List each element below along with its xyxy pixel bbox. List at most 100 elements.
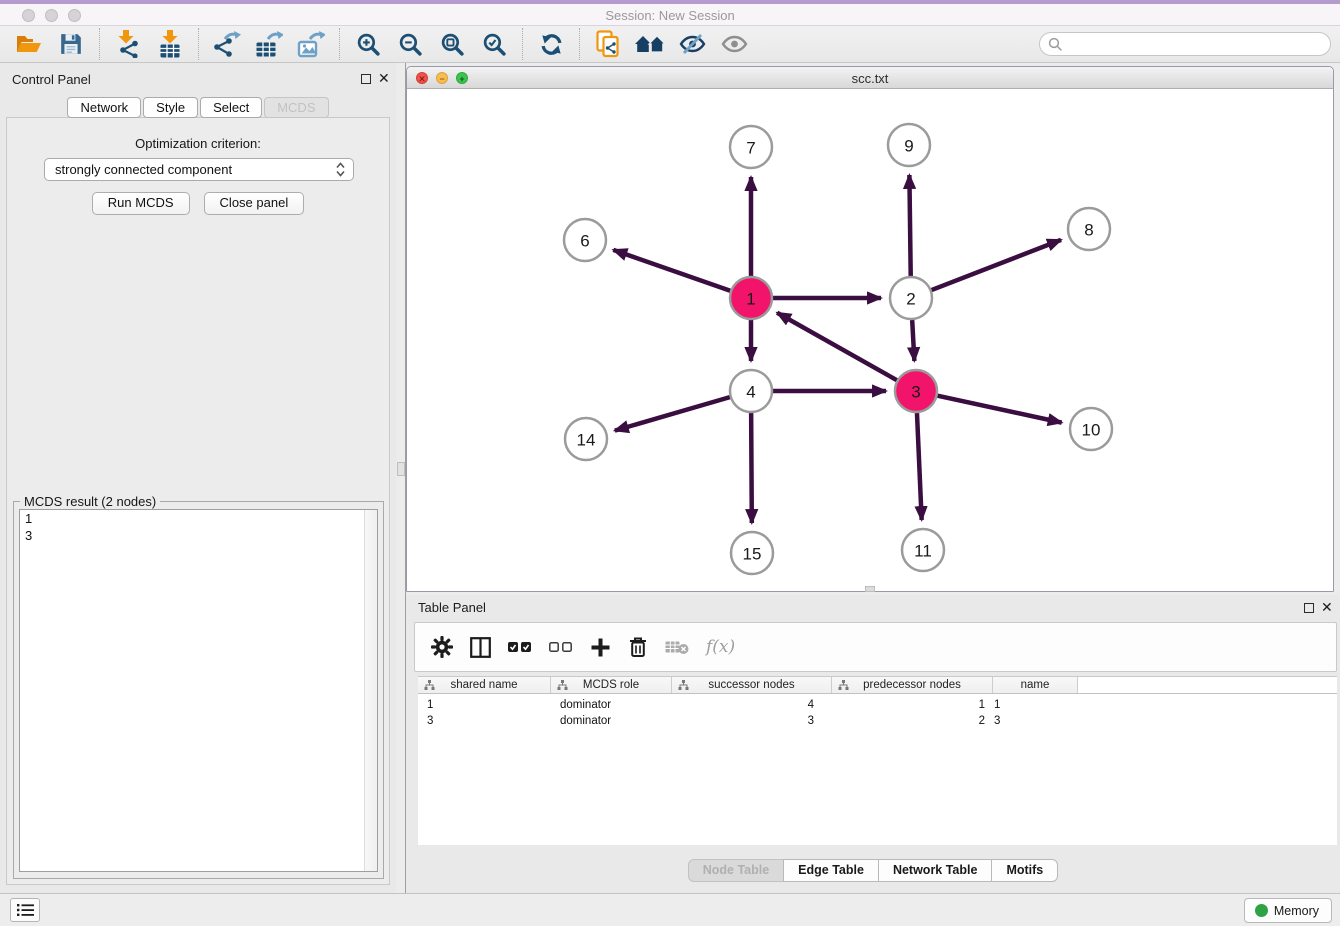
run-mcds-button[interactable]: Run MCDS	[92, 192, 190, 215]
graph-node-11[interactable]: 11	[902, 529, 944, 571]
column-header-mcds-role[interactable]: MCDS role	[551, 677, 672, 693]
function-builder-button[interactable]: f(x)	[706, 637, 735, 657]
close-table-panel-icon[interactable]: ✕	[1321, 600, 1333, 614]
export-table-button[interactable]	[254, 29, 284, 59]
table-row[interactable]: 1 dominator 4 1 1	[418, 697, 1337, 713]
tree-icon	[678, 680, 689, 691]
cell-predecessor-nodes[interactable]: 2	[814, 715, 985, 727]
graph-node-9[interactable]: 9	[888, 124, 930, 166]
zoom-selected-button[interactable]	[479, 29, 509, 59]
tab-edge-table[interactable]: Edge Table	[783, 859, 879, 882]
graph-edge-3-11[interactable]	[917, 413, 922, 520]
result-item[interactable]: 3	[20, 527, 377, 544]
float-table-panel-icon[interactable]	[1304, 603, 1314, 613]
close-panel-icon[interactable]: ✕	[378, 71, 390, 85]
graph-node-3[interactable]: 3	[895, 370, 937, 412]
graph-edge-3-1[interactable]	[777, 313, 897, 380]
tab-network[interactable]: Network	[67, 97, 141, 118]
save-session-button[interactable]	[56, 29, 86, 59]
column-label: name	[1021, 679, 1050, 691]
tab-node-table[interactable]: Node Table	[688, 859, 784, 882]
graph-edge-2-8[interactable]	[932, 240, 1062, 290]
column-header-predecessor-nodes[interactable]: predecessor nodes	[832, 677, 993, 693]
table-add-button[interactable]	[590, 637, 611, 658]
table-column-pane-button[interactable]	[470, 637, 491, 658]
new-network-from-selection-button[interactable]	[593, 29, 623, 59]
main-toolbar	[0, 26, 1340, 63]
panel-splitter[interactable]	[396, 63, 406, 893]
column-header-shared-name[interactable]: shared name	[418, 677, 551, 693]
graph-node-14[interactable]: 14	[565, 418, 607, 460]
zoom-fit-button[interactable]	[437, 29, 467, 59]
graph-node-7[interactable]: 7	[730, 126, 772, 168]
graph-edge-2-9[interactable]	[909, 175, 910, 276]
cell-predecessor-nodes[interactable]: 1	[814, 699, 985, 711]
graph-node-label: 15	[743, 545, 762, 564]
table-deselect-all-button[interactable]	[549, 641, 573, 653]
homes-button[interactable]	[635, 29, 665, 59]
import-network-button[interactable]	[113, 29, 143, 59]
mcds-result-list[interactable]: 1 3	[19, 509, 378, 872]
refresh-layout-button[interactable]	[536, 29, 566, 59]
optimization-criterion-dropdown[interactable]: strongly connected component	[44, 158, 354, 181]
close-panel-button[interactable]: Close panel	[204, 192, 305, 215]
graph-node-2[interactable]: 2	[890, 277, 932, 319]
graph-node-4[interactable]: 4	[730, 370, 772, 412]
hide-button[interactable]	[677, 29, 707, 59]
eye-icon	[721, 32, 748, 56]
node-table: shared name MCDS role successor nodes	[418, 676, 1337, 845]
export-network-button[interactable]	[212, 29, 242, 59]
tab-network-table[interactable]: Network Table	[878, 859, 993, 882]
graph-node-6[interactable]: 6	[564, 219, 606, 261]
list-icon	[17, 903, 34, 917]
export-image-button[interactable]	[296, 29, 326, 59]
cell-shared-name[interactable]: 3	[418, 715, 551, 727]
graph-edge-3-10[interactable]	[937, 396, 1061, 423]
open-session-button[interactable]	[14, 29, 44, 59]
memory-button[interactable]: Memory	[1244, 898, 1332, 923]
graph-edge-1-6[interactable]	[613, 250, 730, 291]
column-header-name[interactable]: name	[993, 677, 1078, 693]
graph-edge-4-15[interactable]	[751, 413, 752, 523]
mcds-buttons: Run MCDS Close panel	[0, 192, 396, 215]
cell-mcds-role[interactable]: dominator	[551, 699, 672, 711]
network-graph[interactable]: 7 9 6 8 1 2 4 3 10 14 15 11	[407, 89, 1333, 591]
table-settings-button[interactable]	[431, 636, 453, 658]
tab-select[interactable]: Select	[200, 97, 262, 118]
table-delete-table-button[interactable]	[665, 639, 689, 655]
tab-mcds[interactable]: MCDS	[264, 97, 328, 118]
table-delete-button[interactable]	[628, 636, 648, 658]
control-panel-title: Control Panel	[12, 72, 91, 87]
cell-successor-nodes[interactable]: 3	[672, 715, 814, 727]
tab-style[interactable]: Style	[143, 97, 198, 118]
graph-node-10[interactable]: 10	[1070, 408, 1112, 450]
cell-mcds-role[interactable]: dominator	[551, 715, 672, 727]
gear-icon	[431, 636, 453, 658]
graph-node-8[interactable]: 8	[1068, 208, 1110, 250]
graph-node-15[interactable]: 15	[731, 532, 773, 574]
result-item[interactable]: 1	[20, 510, 377, 527]
cell-name[interactable]: 3	[985, 715, 1070, 727]
result-scrollbar[interactable]	[364, 510, 377, 871]
graph-edge-2-3[interactable]	[912, 320, 914, 361]
graph-node-1[interactable]: 1	[730, 277, 772, 319]
cell-successor-nodes[interactable]: 4	[672, 699, 814, 711]
import-table-button[interactable]	[155, 29, 185, 59]
graph-edge-4-14[interactable]	[615, 397, 730, 430]
float-panel-icon[interactable]	[361, 74, 371, 84]
search-input[interactable]	[1039, 32, 1331, 56]
network-resize-grip[interactable]	[865, 586, 875, 592]
table-select-all-button[interactable]	[508, 641, 532, 653]
zoom-in-button[interactable]	[353, 29, 383, 59]
splitter-grip[interactable]	[397, 462, 405, 476]
tab-motifs[interactable]: Motifs	[991, 859, 1058, 882]
table-row[interactable]: 3 dominator 3 2 3	[418, 713, 1337, 729]
task-history-button[interactable]	[10, 898, 40, 922]
network-window-titlebar[interactable]: ✕ − + scc.txt	[407, 67, 1333, 89]
show-button[interactable]	[719, 29, 749, 59]
cell-shared-name[interactable]: 1	[418, 699, 551, 711]
zoom-out-button[interactable]	[395, 29, 425, 59]
column-header-successor-nodes[interactable]: successor nodes	[672, 677, 832, 693]
cell-name[interactable]: 1	[985, 699, 1070, 711]
network-canvas[interactable]: 7 9 6 8 1 2 4 3 10 14 15 11	[407, 89, 1333, 591]
